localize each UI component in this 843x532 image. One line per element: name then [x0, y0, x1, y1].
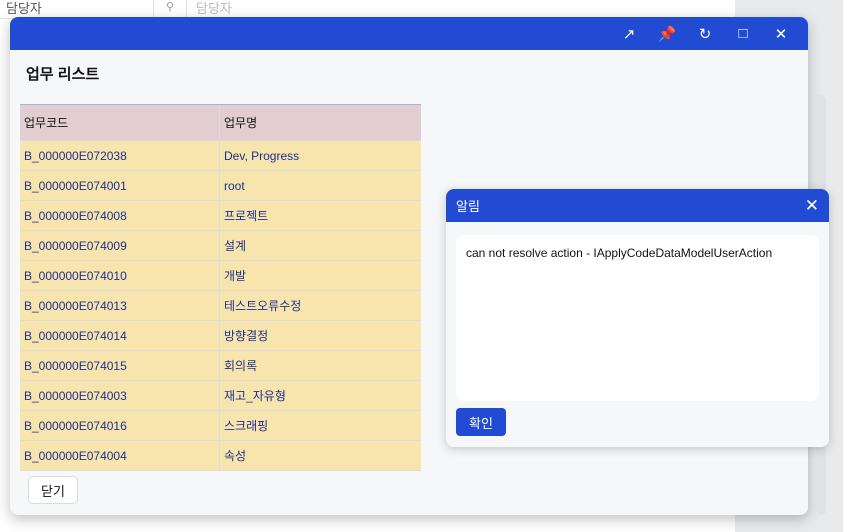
alert-close-icon[interactable]: ✕ [805, 196, 819, 216]
task-code-cell: B_000000E074013 [20, 291, 220, 320]
table-row[interactable]: B_000000E074003 재고_자유형 [20, 381, 421, 411]
alert-header: 알림 ✕ [446, 189, 829, 222]
task-code-cell: B_000000E074016 [20, 411, 220, 440]
task-name-cell: 방향결정 [224, 329, 269, 343]
task-code-cell: B_000000E074008 [20, 201, 220, 230]
task-code-cell: B_000000E074010 [20, 261, 220, 290]
task-code-cell: B_000000E074015 [20, 351, 220, 380]
search-icon[interactable]: ⚲ [153, 0, 187, 18]
task-name-cell: root [224, 178, 245, 193]
task-code-cell: B_000000E074009 [20, 231, 220, 260]
task-name-cell: 재고_자유형 [224, 389, 286, 403]
task-name-cell: Dev, Progress [224, 148, 300, 163]
task-name-cell: 속성 [224, 449, 247, 463]
assignee-label: 담당자 [6, 1, 42, 16]
table-row[interactable]: B_000000E074009 설계 [20, 231, 421, 261]
alert-title: 알림 [456, 199, 480, 214]
close-button[interactable]: 닫기 [28, 476, 78, 504]
table-row[interactable]: B_000000E074008 프로젝트 [20, 201, 421, 231]
external-link-icon[interactable]: ↗ [610, 17, 648, 50]
column-header-name[interactable]: 업무명 [220, 105, 421, 140]
table-row[interactable]: B_000000E074014 방향결정 [20, 321, 421, 351]
task-code-cell: B_000000E072038 [20, 141, 220, 170]
task-name-cell: 프로젝트 [224, 209, 269, 223]
task-name-cell: 테스트오류수정 [224, 299, 302, 313]
assignee-input[interactable]: 담당자 [196, 0, 232, 17]
table-row[interactable]: B_000000E074001 root [20, 171, 421, 201]
table-header: 업무코드 업무명 [20, 105, 421, 141]
pin-icon[interactable]: 📌 [648, 17, 686, 50]
task-code-cell: B_000000E074001 [20, 171, 220, 200]
maximize-icon[interactable]: □ [724, 17, 762, 50]
task-name-cell: 스크래핑 [224, 419, 269, 433]
alert-dialog: 알림 ✕ can not resolve action - IApplyCode… [446, 189, 829, 447]
table-row[interactable]: B_000000E074013 테스트오류수정 [20, 291, 421, 321]
task-code-cell: B_000000E074003 [20, 381, 220, 410]
column-header-code[interactable]: 업무코드 [20, 105, 220, 140]
table-row[interactable]: B_000000E074015 회의록 [20, 351, 421, 381]
dialog-header: ↗ 📌 ↻ □ ✕ [10, 17, 808, 50]
dialog-title: 업무 리스트 [26, 66, 100, 83]
task-name-cell: 개발 [224, 269, 247, 283]
task-code-cell: B_000000E074014 [20, 321, 220, 350]
table-row[interactable]: B_000000E074016 스크래핑 [20, 411, 421, 441]
table-row[interactable]: B_000000E074010 개발 [20, 261, 421, 291]
task-name-cell: 회의록 [224, 359, 258, 373]
table-row[interactable]: B_000000E074004 속성 [20, 441, 421, 471]
task-table: 업무코드 업무명 B_000000E072038 Dev, Progress B_0… [20, 104, 421, 471]
table-row[interactable]: B_000000E072038 Dev, Progress [20, 141, 421, 171]
task-code-cell: B_000000E074004 [20, 441, 220, 470]
confirm-button[interactable]: 확인 [456, 408, 506, 436]
alert-message: can not resolve action - IApplyCodeDataM… [456, 235, 819, 401]
task-name-cell: 설계 [224, 239, 247, 253]
close-icon[interactable]: ✕ [762, 17, 800, 50]
refresh-icon[interactable]: ↻ [686, 17, 724, 50]
